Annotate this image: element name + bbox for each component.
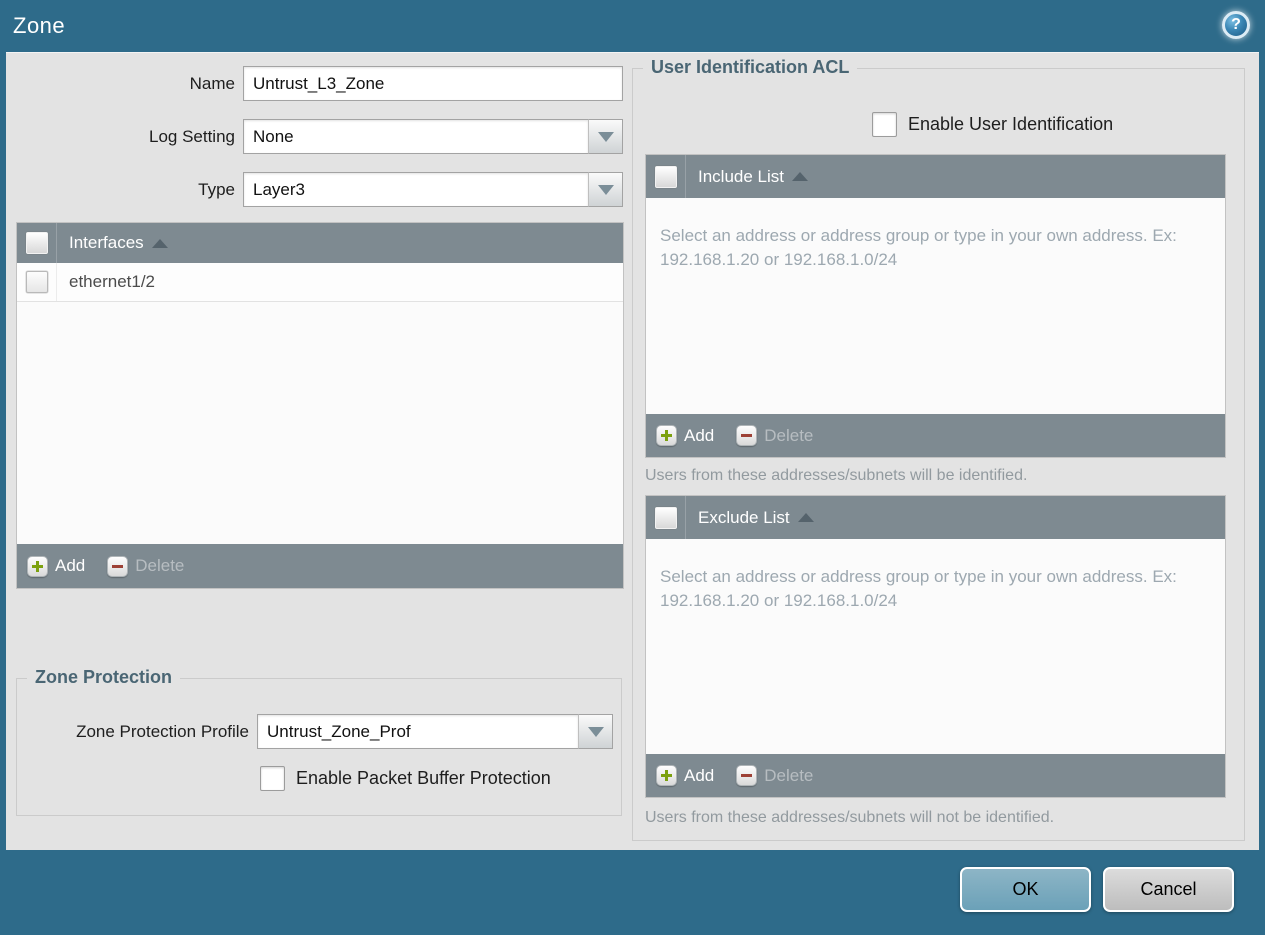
- delete-icon: [107, 555, 129, 577]
- chevron-down-icon: [597, 184, 614, 195]
- include-list-header[interactable]: Include List: [646, 155, 1225, 198]
- delete-icon: [736, 765, 758, 786]
- interface-row[interactable]: ethernet1/2: [17, 263, 623, 302]
- exclude-list-caption: Users from these addresses/subnets will …: [645, 809, 1055, 826]
- packet-buffer-protection-checkbox[interactable]: [260, 766, 285, 791]
- interfaces-delete-button[interactable]: Delete: [107, 555, 184, 577]
- include-list-body[interactable]: Select an address or address group or ty…: [646, 198, 1225, 414]
- ok-button[interactable]: OK: [960, 867, 1091, 912]
- interfaces-select-all-checkbox[interactable]: [25, 232, 48, 254]
- help-icon[interactable]: ?: [1222, 11, 1250, 39]
- zone-protection-section: Zone Protection Zone Protection Profile …: [16, 667, 622, 816]
- exclude-add-button[interactable]: Add: [656, 765, 714, 786]
- dialog-body: Name Log Setting Type Interfaces: [6, 52, 1259, 850]
- user-identification-acl-legend: User Identification ACL: [643, 57, 858, 78]
- exclude-list-header[interactable]: Exclude List: [646, 496, 1225, 539]
- chevron-down-icon: [597, 131, 614, 142]
- include-add-button[interactable]: Add: [656, 425, 714, 446]
- exclude-list-footer: Add Delete: [646, 754, 1225, 797]
- sort-ascending-icon: [151, 238, 168, 248]
- exclude-list-placeholder: Select an address or address group or ty…: [660, 567, 1177, 610]
- packet-buffer-protection-label: Enable Packet Buffer Protection: [296, 768, 551, 788]
- include-select-all-cell: [646, 155, 686, 198]
- interfaces-table-body: ethernet1/2: [17, 263, 623, 544]
- exclude-select-all-checkbox[interactable]: [654, 506, 677, 529]
- dialog-title: Zone: [13, 13, 66, 38]
- dialog-titlebar: Zone ?: [0, 0, 1265, 52]
- interfaces-table: Interfaces ethernet1/2 Add Delete: [16, 222, 624, 589]
- add-icon: [656, 425, 677, 446]
- enable-user-identification-checkbox[interactable]: [872, 112, 897, 137]
- sort-ascending-icon: [797, 513, 814, 522]
- interface-row-checkbox[interactable]: [25, 271, 48, 293]
- interfaces-add-button[interactable]: Add: [27, 555, 85, 577]
- add-icon: [27, 555, 48, 577]
- log-setting-label: Log Setting: [148, 127, 235, 146]
- include-select-all-checkbox[interactable]: [654, 165, 677, 188]
- log-setting-input[interactable]: [243, 119, 589, 154]
- log-setting-dropdown-button[interactable]: [588, 119, 623, 154]
- include-list-footer: Add Delete: [646, 414, 1225, 457]
- include-list-placeholder: Select an address or address group or ty…: [660, 226, 1177, 269]
- zone-protection-profile-dropdown-button[interactable]: [578, 714, 613, 749]
- zone-protection-profile-label: Zone Protection Profile: [76, 722, 249, 741]
- interfaces-header-label: Interfaces: [69, 233, 144, 252]
- sort-ascending-icon: [792, 172, 808, 181]
- interfaces-select-all-cell: [17, 223, 57, 263]
- exclude-list-table: Exclude List Select an address or addres…: [645, 495, 1226, 798]
- interfaces-table-footer: Add Delete: [17, 544, 623, 588]
- include-delete-button[interactable]: Delete: [736, 425, 813, 446]
- zone-dialog: Zone ? Name Log Setting Type Interfaces: [0, 0, 1265, 935]
- interface-row-checkbox-cell: [17, 263, 57, 301]
- chevron-down-icon: [587, 726, 604, 737]
- exclude-list-body[interactable]: Select an address or address group or ty…: [646, 539, 1225, 754]
- interface-name: ethernet1/2: [69, 272, 156, 291]
- type-dropdown-button[interactable]: [588, 172, 623, 207]
- cancel-button[interactable]: Cancel: [1103, 867, 1234, 912]
- exclude-delete-button[interactable]: Delete: [736, 765, 813, 786]
- enable-user-identification-label: Enable User Identification: [908, 114, 1114, 134]
- delete-icon: [736, 425, 758, 446]
- add-icon: [656, 765, 677, 786]
- user-identification-acl-section: User Identification ACL Enable User Iden…: [632, 57, 1245, 841]
- name-input[interactable]: [243, 66, 623, 101]
- type-input[interactable]: [243, 172, 589, 207]
- include-list-table: Include List Select an address or addres…: [645, 154, 1226, 458]
- type-label: Type: [198, 180, 235, 199]
- exclude-select-all-cell: [646, 496, 686, 539]
- zone-protection-legend: Zone Protection: [27, 667, 181, 688]
- name-label: Name: [189, 74, 235, 93]
- interfaces-table-header[interactable]: Interfaces: [17, 223, 623, 263]
- include-list-caption: Users from these addresses/subnets will …: [645, 467, 1028, 484]
- zone-protection-profile-input[interactable]: [257, 714, 579, 749]
